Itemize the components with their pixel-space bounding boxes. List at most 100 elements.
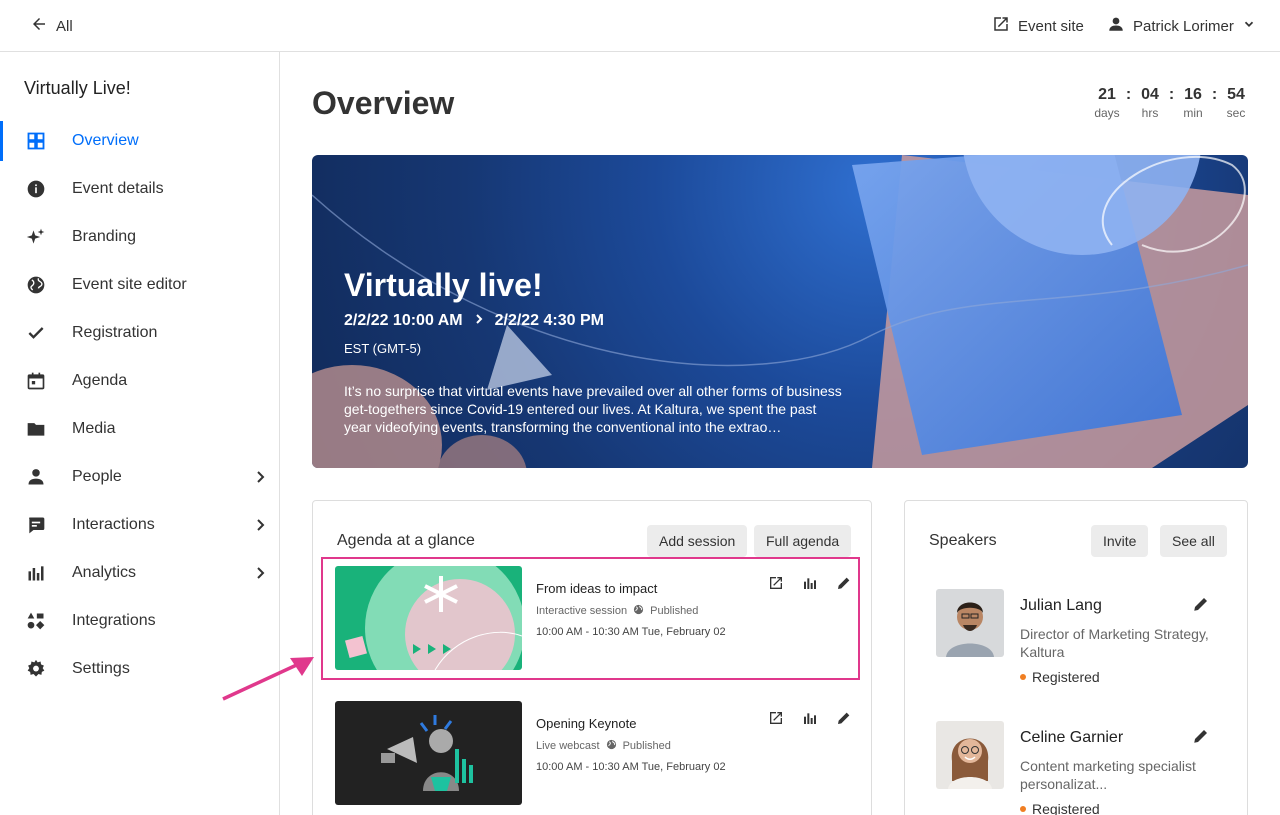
calendar-icon — [25, 370, 47, 392]
countdown-label: sec — [1226, 106, 1246, 120]
user-menu[interactable]: Patrick Lorimer — [1107, 15, 1256, 37]
event-name: Virtually Live! — [24, 78, 131, 98]
session-time-range: 10:00 AM - 10:30 AM — [536, 761, 639, 773]
sidebar-item-overview[interactable]: Overview — [0, 117, 279, 165]
event-site-link[interactable]: Event site — [992, 15, 1084, 37]
session-status: Published — [622, 740, 671, 752]
avatar — [936, 589, 1004, 657]
sidebar-item-label: Analytics — [72, 564, 137, 581]
chevron-right-icon — [473, 312, 485, 330]
bar-chart-icon[interactable] — [801, 709, 819, 727]
invite-button[interactable]: Invite — [1091, 525, 1149, 557]
status-label: Registered — [1032, 669, 1100, 685]
chevron-right-icon — [257, 567, 265, 579]
globe-icon — [633, 604, 644, 618]
sidebar-item-label: Event site editor — [72, 276, 187, 293]
sidebar-item-label: Overview — [72, 132, 139, 149]
session-type: Live webcast — [536, 740, 600, 752]
bar-chart-icon[interactable] — [801, 574, 819, 592]
sidebar-item-people[interactable]: People — [0, 453, 279, 501]
sidebar-item-agenda[interactable]: Agenda — [0, 357, 279, 405]
session-date: Tue, February 02 — [641, 761, 726, 773]
hero-event-dates: 2/2/22 10:00 AM 2/2/22 4:30 PM — [344, 312, 604, 330]
add-session-button[interactable]: Add session — [647, 525, 748, 557]
chevron-down-icon — [1242, 17, 1256, 35]
event-hero-banner: Virtually live! 2/2/22 10:00 AM 2/2/22 4… — [312, 155, 1248, 468]
see-all-button[interactable]: See all — [1160, 525, 1227, 557]
chevron-right-icon — [257, 471, 265, 483]
countdown-hours: 04 hrs — [1133, 86, 1167, 120]
sidebar-item-event-details[interactable]: Event details — [0, 165, 279, 213]
check-icon — [25, 322, 47, 344]
pencil-icon[interactable] — [1192, 727, 1210, 745]
session-actions — [767, 709, 853, 727]
back-label: All — [56, 17, 73, 35]
sidebar-item-registration[interactable]: Registration — [0, 309, 279, 357]
status-dot — [1020, 806, 1026, 812]
annotation-arrow-icon — [222, 657, 314, 701]
countdown-value: 04 — [1141, 86, 1159, 103]
countdown-days: 21 days — [1090, 86, 1124, 120]
speaker-item[interactable]: Julian Lang Director of Marketing Strate… — [936, 589, 1236, 699]
sidebar-item-integrations[interactable]: Integrations — [0, 597, 279, 645]
countdown-label: days — [1094, 106, 1120, 120]
info-icon — [25, 178, 47, 200]
session-meta: Live webcast Published — [536, 739, 671, 753]
page-title: Overview — [312, 85, 455, 121]
external-link-icon — [992, 15, 1010, 37]
speaker-status: Registered — [1020, 801, 1100, 815]
sidebar-item-label: Interactions — [72, 516, 155, 533]
sidebar-item-label: Registration — [72, 324, 158, 341]
pencil-icon[interactable] — [835, 574, 853, 592]
full-agenda-button[interactable]: Full agenda — [754, 525, 852, 557]
speaker-name: Celine Garnier — [1020, 729, 1124, 746]
speaker-status: Registered — [1020, 669, 1100, 685]
sidebar-item-branding[interactable]: Branding — [0, 213, 279, 261]
session-thumbnail — [335, 701, 522, 805]
session-time: 10:00 AM - 10:30 AM Tue, February 02 — [536, 626, 726, 638]
event-start: 2/2/22 10:00 AM — [344, 312, 463, 329]
chat-icon — [25, 514, 47, 536]
session-title: Opening Keynote — [536, 716, 637, 731]
speaker-item[interactable]: Celine Garnier Content marketing special… — [936, 721, 1236, 815]
back-link[interactable]: All — [30, 15, 73, 37]
sidebar-item-interactions[interactable]: Interactions — [0, 501, 279, 549]
countdown-value: 54 — [1227, 86, 1245, 103]
event-end: 2/2/22 4:30 PM — [494, 312, 604, 329]
external-link-icon[interactable] — [767, 709, 785, 727]
sidebar-item-label: Media — [72, 420, 116, 437]
speaker-name: Julian Lang — [1020, 597, 1102, 614]
countdown-label: hrs — [1141, 106, 1159, 120]
sidebar-item-analytics[interactable]: Analytics — [0, 549, 279, 597]
top-bar: All Event site Patrick Lorimer — [0, 0, 1280, 52]
person-icon — [1107, 15, 1125, 37]
sidebar-item-label: Integrations — [72, 612, 156, 629]
countdown-timer: 21 days : 04 hrs : 16 min : 54 sec — [1090, 86, 1253, 120]
speaker-role: Content marketing specialist personaliza… — [1020, 758, 1196, 792]
pencil-icon[interactable] — [835, 709, 853, 727]
agenda-session-item[interactable]: From ideas to impact Interactive session… — [335, 566, 859, 670]
countdown-separator: : — [1125, 86, 1132, 103]
agenda-card: Agenda at a glance Add session Full agen… — [312, 500, 872, 815]
speakers-card: Speakers Invite See all Julian Lang Dire… — [904, 500, 1248, 815]
sidebar-item-label: People — [72, 468, 122, 485]
external-link-icon[interactable] — [767, 574, 785, 592]
speaker-role: Director of Marketing Strategy, Kaltura — [1020, 626, 1209, 660]
arrow-left-icon — [30, 15, 48, 37]
event-timezone: EST (GMT-5) — [344, 341, 422, 356]
event-site-label: Event site — [1018, 17, 1084, 35]
session-date: Tue, February 02 — [641, 626, 726, 638]
session-actions — [767, 574, 853, 592]
countdown-separator: : — [1211, 86, 1218, 103]
chevron-right-icon — [257, 519, 265, 531]
countdown-separator: : — [1168, 86, 1175, 103]
grid-icon — [25, 130, 47, 152]
agenda-session-item[interactable]: Opening Keynote Live webcast Published 1… — [335, 701, 859, 805]
countdown-minutes: 16 min — [1176, 86, 1210, 120]
sidebar-item-media[interactable]: Media — [0, 405, 279, 453]
gear-icon — [25, 658, 47, 680]
pencil-icon[interactable] — [1192, 595, 1210, 613]
session-type: Interactive session — [536, 605, 628, 617]
status-dot — [1020, 674, 1026, 680]
sidebar-item-event-site-editor[interactable]: Event site editor — [0, 261, 279, 309]
